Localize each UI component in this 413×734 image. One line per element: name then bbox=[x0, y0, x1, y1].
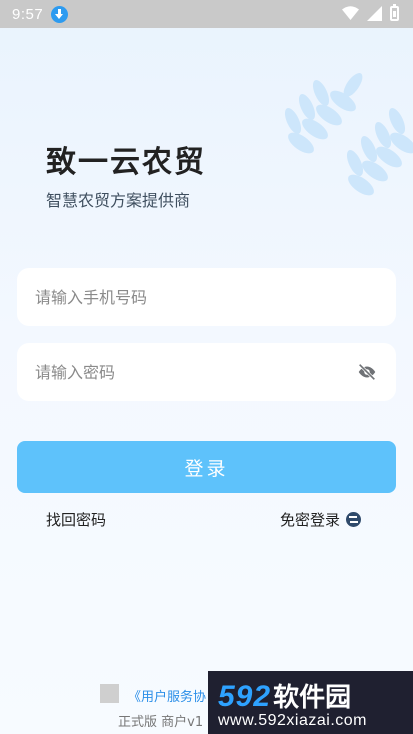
battery-icon bbox=[390, 4, 399, 21]
watermark-brand: 592 软件园 bbox=[218, 677, 405, 714]
login-button[interactable]: 登录 bbox=[17, 441, 396, 493]
forgot-password-link[interactable]: 找回密码 bbox=[46, 509, 106, 530]
status-bar: 9:57 bbox=[0, 0, 413, 28]
version-text: 正式版 商户v1 bbox=[118, 715, 204, 730]
app-title: 致一云农贸 bbox=[46, 146, 206, 179]
watermark-number: 592 bbox=[218, 680, 272, 713]
phone-input-box bbox=[17, 268, 396, 326]
download-icon bbox=[51, 5, 69, 23]
app-subtitle: 智慧农贸方案提供商 bbox=[46, 191, 191, 210]
status-time: 9:57 bbox=[12, 5, 44, 23]
agreement-checkbox[interactable] bbox=[100, 684, 119, 703]
watermark-logo: 592 软件园 www.592xiazai.com bbox=[208, 671, 413, 734]
eye-off-icon[interactable] bbox=[356, 361, 378, 383]
watermark-url: www.592xiazai.com bbox=[218, 712, 367, 729]
swap-icon bbox=[346, 512, 362, 527]
password-free-login-label: 免密登录 bbox=[280, 511, 341, 529]
wheat-decoration-icon bbox=[284, 73, 413, 196]
password-input-box bbox=[17, 343, 396, 401]
status-icons bbox=[342, 4, 399, 21]
watermark-name: 软件园 bbox=[273, 682, 352, 712]
wifi-icon bbox=[342, 6, 359, 20]
password-free-login-link[interactable]: 免密登录 bbox=[280, 509, 362, 530]
signal-icon bbox=[367, 6, 382, 21]
password-input[interactable] bbox=[35, 362, 356, 382]
user-agreement-link[interactable]: 《用户服务协 bbox=[128, 686, 206, 705]
phone-input[interactable] bbox=[35, 287, 378, 307]
